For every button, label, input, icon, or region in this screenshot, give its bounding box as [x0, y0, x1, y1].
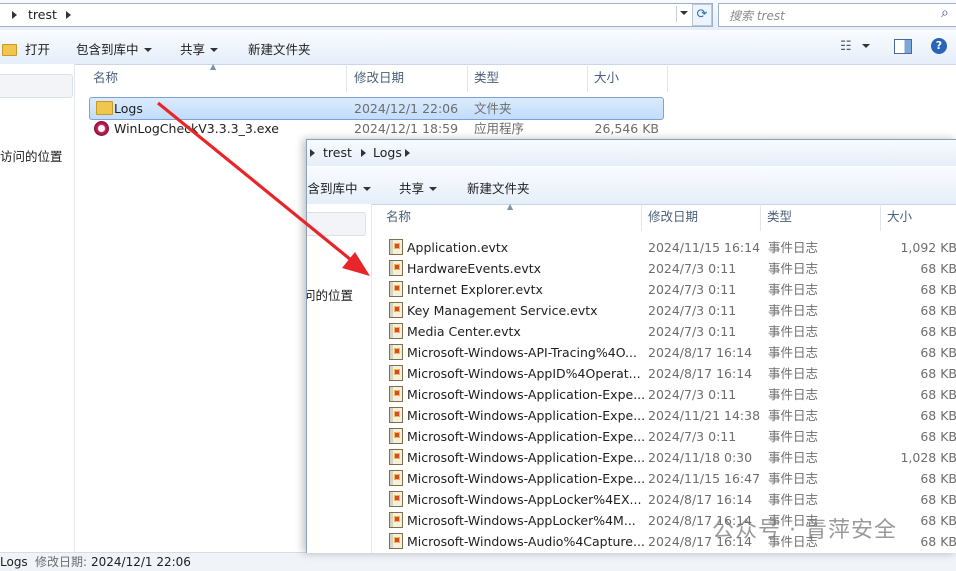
arrow-shaft: [156, 101, 358, 266]
red-arrow-annotation: [156, 101, 370, 276]
watermark: 公众号 · 青萍安全: [712, 518, 897, 543]
